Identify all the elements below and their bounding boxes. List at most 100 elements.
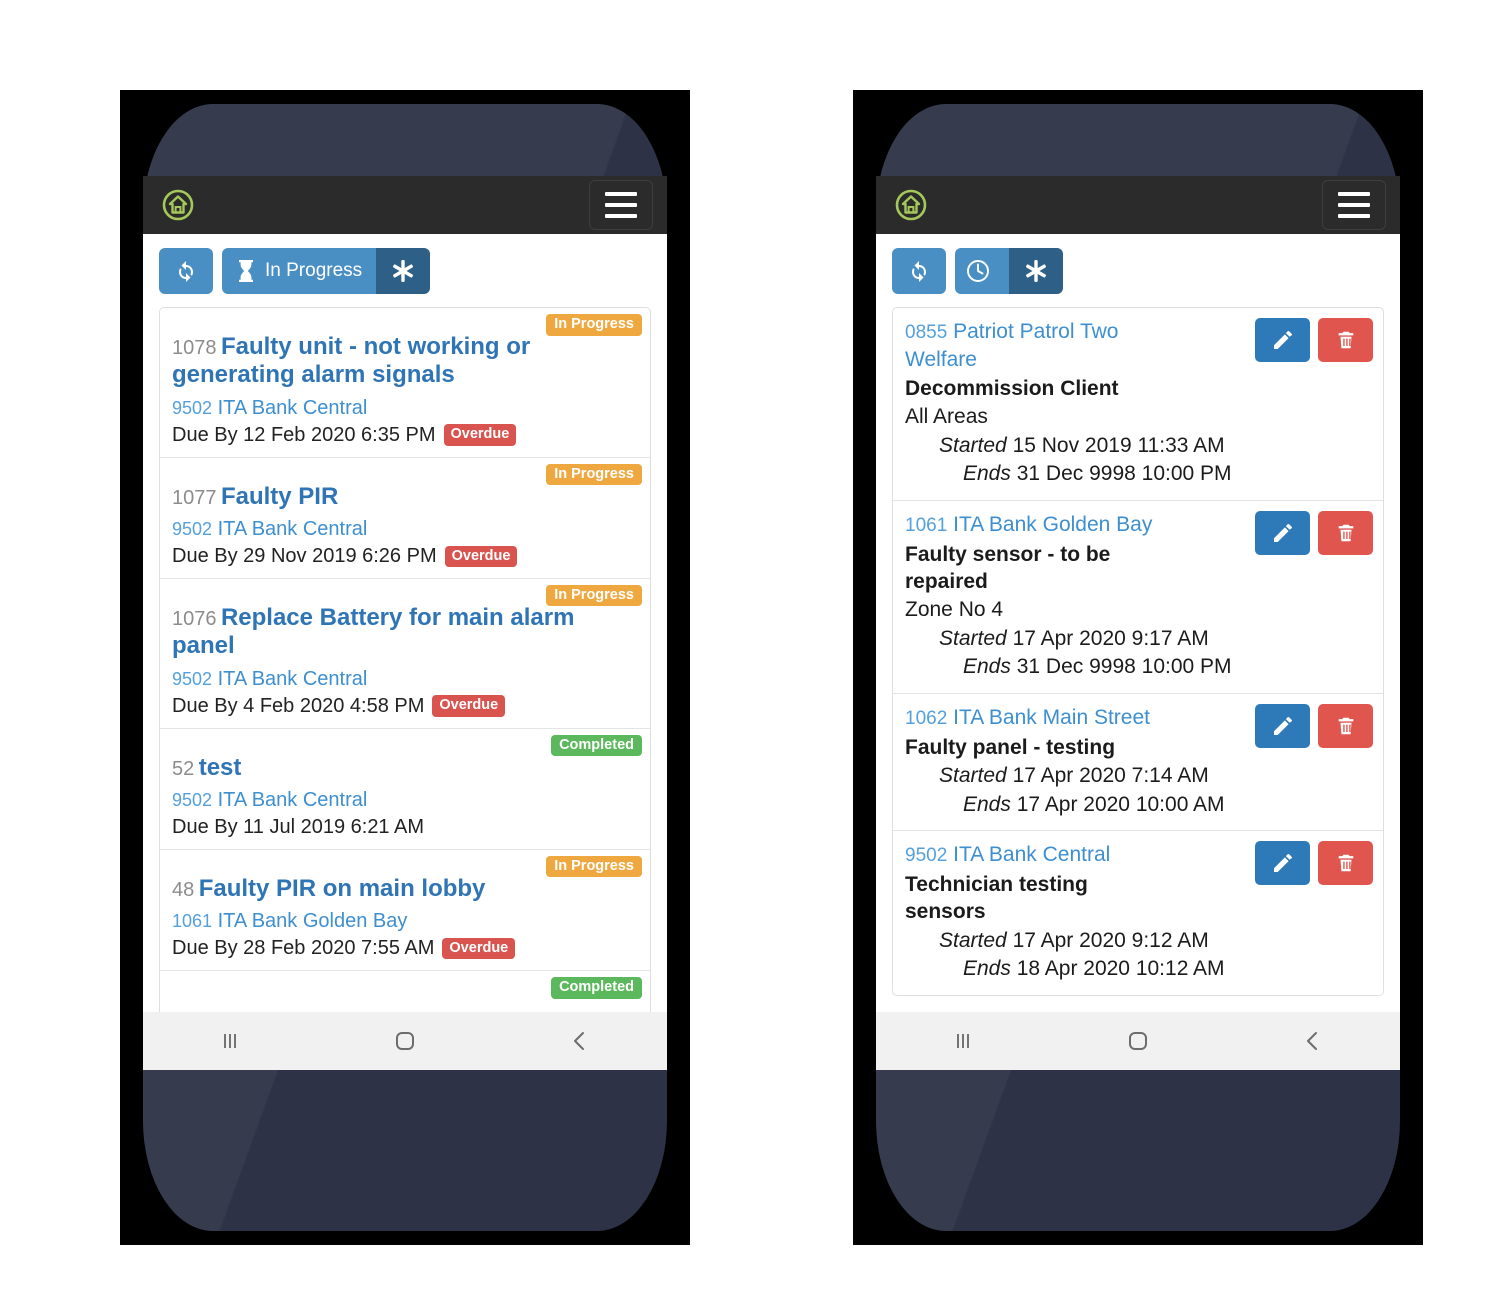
status-badge: In Progress (546, 584, 642, 607)
schedule-description: Faulty panel - testing (905, 735, 1116, 759)
job-site[interactable]: 9502 ITA Bank Central (172, 517, 638, 541)
due-text: Due By 12 Feb 2020 6:35 PM (172, 423, 436, 446)
filter-in-progress-button[interactable]: In Progress (222, 248, 377, 294)
ends-label: Ends (963, 462, 1011, 486)
schedule-started: Started 15 Nov 2019 11:33 AM (905, 432, 1371, 460)
started-value: 15 Nov 2019 11:33 AM (1012, 433, 1225, 457)
due-text: Due By 11 Jul 2019 6:21 AM (172, 815, 425, 838)
job-title[interactable]: test (199, 754, 242, 781)
schedule-row[interactable]: 9502 ITA Bank Central Technician testing… (893, 831, 1383, 995)
schedule-row[interactable]: 1061 ITA Bank Golden Bay Faulty sensor -… (893, 501, 1383, 695)
asterisk-icon (390, 258, 416, 284)
schedule-ends: Ends 18 Apr 2020 10:12 AM (905, 955, 1371, 983)
site-name: ITA Bank Central (217, 667, 368, 690)
schedule-time-button[interactable] (955, 248, 1009, 294)
refresh-button[interactable] (159, 248, 213, 294)
job-site[interactable]: 9502 ITA Bank Central (172, 667, 638, 691)
client-name: ITA Bank Central (953, 843, 1111, 867)
job-row-partial[interactable]: Completed (160, 971, 650, 1012)
schedule-list-container[interactable]: 0855 Patriot Patrol Two Welfare Decommis… (876, 307, 1400, 1012)
job-row[interactable]: In Progress 48 Faulty PIR on main lobby … (160, 850, 650, 972)
pencil-icon (1271, 328, 1295, 352)
started-value: 17 Apr 2020 9:17 AM (1012, 626, 1209, 650)
site-name: ITA Bank Central (217, 517, 368, 540)
schedule-description: Technician testing sensors (905, 873, 1088, 924)
home-circle-logo-icon[interactable] (894, 188, 928, 222)
site-number: 9502 (172, 397, 213, 418)
schedule-client[interactable]: 1061 ITA Bank Golden Bay (905, 511, 1175, 539)
phone-screen-jobs: In Progress In Progress 1078 Faulty unit… (143, 176, 667, 1070)
schedule-toolbar (876, 234, 1400, 307)
job-title[interactable]: Faulty PIR on main lobby (199, 875, 486, 902)
site-name: ITA Bank Golden Bay (217, 910, 408, 933)
schedule-button-group[interactable] (955, 248, 1063, 294)
client-number: 0855 (905, 322, 948, 343)
schedule-started: Started 17 Apr 2020 7:14 AM (905, 762, 1371, 790)
started-label: Started (939, 433, 1007, 457)
job-site[interactable]: 9502 ITA Bank Central (172, 788, 638, 812)
filter-button-group[interactable]: In Progress (222, 248, 431, 294)
job-row[interactable]: In Progress 1077 Faulty PIR 9502 ITA Ban… (160, 458, 650, 579)
job-title[interactable]: Faulty PIR (221, 483, 338, 510)
job-number: 1076 (172, 607, 217, 630)
row-actions (1255, 704, 1373, 749)
recent-apps-icon[interactable] (185, 1012, 275, 1070)
started-label: Started (939, 928, 1007, 952)
schedule-client[interactable]: 1062 ITA Bank Main Street (905, 704, 1175, 732)
home-square-icon[interactable] (1093, 1012, 1183, 1070)
delete-button[interactable] (1318, 704, 1373, 749)
edit-button[interactable] (1255, 704, 1310, 749)
job-due: Due By 11 Jul 2019 6:21 AM (172, 816, 638, 839)
schedule-client[interactable]: 9502 ITA Bank Central (905, 841, 1175, 869)
schedule-row[interactable]: 0855 Patriot Patrol Two Welfare Decommis… (893, 308, 1383, 502)
trash-icon (1335, 715, 1357, 737)
job-site[interactable]: 1061 ITA Bank Golden Bay (172, 909, 638, 933)
home-square-icon[interactable] (360, 1012, 450, 1070)
hamburger-menu-icon[interactable] (589, 180, 653, 230)
edit-button[interactable] (1255, 841, 1310, 886)
jobs-card: In Progress 1078 Faulty unit - not worki… (159, 307, 651, 1012)
job-number: 52 (172, 757, 195, 780)
client-number: 9502 (905, 845, 948, 867)
job-due: Due By 4 Feb 2020 4:58 PM Overdue (172, 695, 638, 718)
job-row[interactable]: In Progress 1078 Faulty unit - not worki… (160, 308, 650, 458)
hamburger-menu-icon[interactable] (1322, 180, 1386, 230)
schedule-client[interactable]: 0855 Patriot Patrol Two Welfare (905, 318, 1175, 373)
refresh-button[interactable] (892, 248, 946, 294)
filter-options-button[interactable] (376, 248, 431, 294)
site-number: 9502 (172, 789, 213, 810)
schedule-description: Decommission Client (905, 376, 1119, 400)
back-chevron-icon[interactable] (1268, 1012, 1358, 1070)
edit-button[interactable] (1255, 318, 1310, 362)
jobs-toolbar: In Progress (143, 234, 667, 307)
delete-button[interactable] (1318, 318, 1373, 362)
schedule-options-button[interactable] (1009, 248, 1063, 294)
schedule-ends: Ends 31 Dec 9998 10:00 PM (905, 460, 1371, 488)
job-title[interactable]: Replace Battery for main alarm panel (172, 604, 574, 659)
delete-button[interactable] (1318, 511, 1373, 556)
job-row[interactable]: Completed 52 test 9502 ITA Bank Central … (160, 729, 650, 850)
hourglass-icon (236, 259, 256, 283)
pencil-icon (1271, 714, 1295, 738)
client-name: ITA Bank Main Street (953, 706, 1150, 730)
status-badge: In Progress (546, 463, 642, 486)
schedule-row[interactable]: 1062 ITA Bank Main Street Faulty panel -… (893, 694, 1383, 832)
job-due: Due By 29 Nov 2019 6:26 PM Overdue (172, 545, 638, 568)
job-title[interactable]: Faulty unit - not working or generating … (172, 333, 530, 388)
ends-value: 18 Apr 2020 10:12 AM (1016, 957, 1225, 981)
delete-button[interactable] (1318, 841, 1373, 886)
schedule-started: Started 17 Apr 2020 9:12 AM (905, 927, 1371, 955)
back-chevron-icon[interactable] (535, 1012, 625, 1070)
jobs-list-container[interactable]: In Progress 1078 Faulty unit - not worki… (143, 307, 667, 1012)
started-label: Started (939, 626, 1007, 650)
recent-apps-icon[interactable] (918, 1012, 1008, 1070)
home-circle-logo-icon[interactable] (161, 188, 195, 222)
clock-icon (965, 258, 991, 284)
android-nav-bar (876, 1012, 1400, 1070)
job-site[interactable]: 9502 ITA Bank Central (172, 396, 638, 420)
overdue-pill: Overdue (444, 545, 518, 568)
job-row[interactable]: In Progress 1076 Replace Battery for mai… (160, 579, 650, 729)
trash-icon (1335, 329, 1357, 351)
edit-button[interactable] (1255, 511, 1310, 556)
status-badge: In Progress (546, 314, 642, 336)
